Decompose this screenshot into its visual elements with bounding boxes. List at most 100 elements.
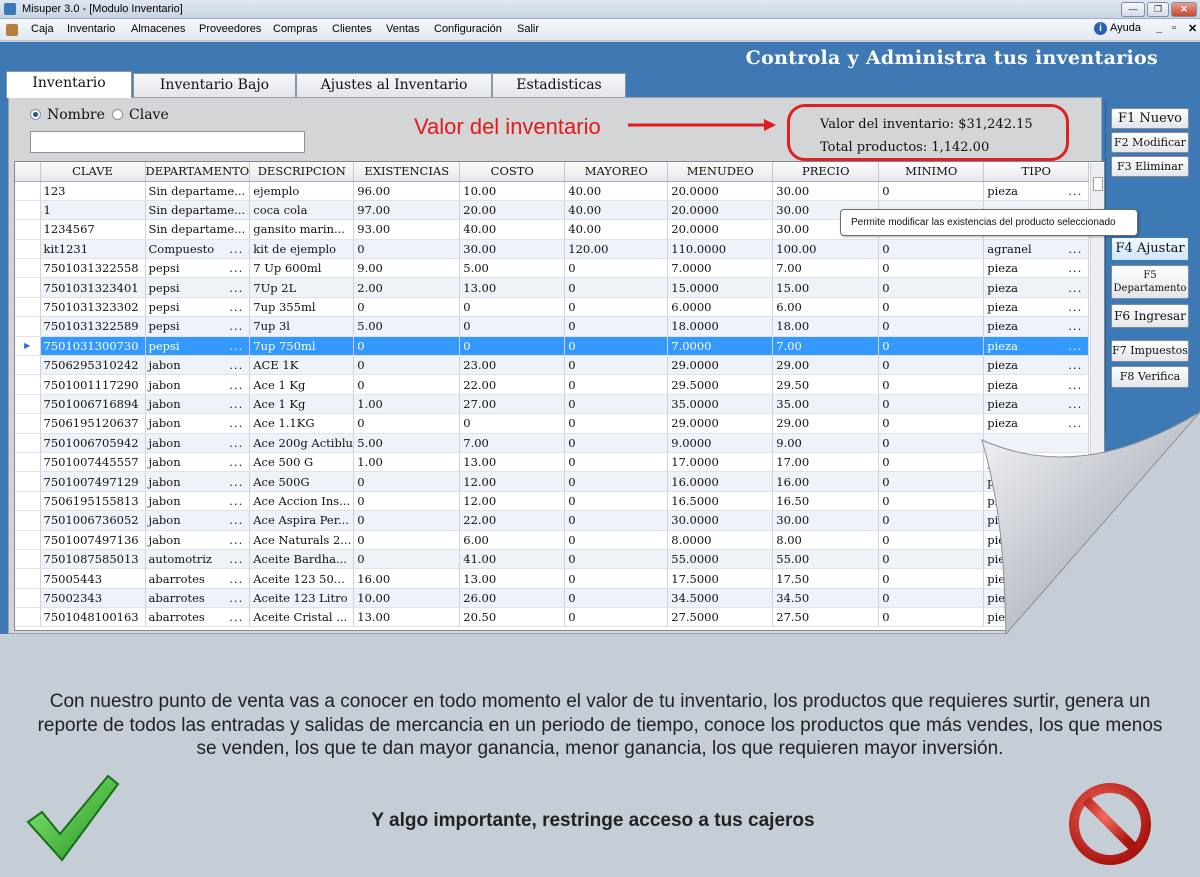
search-input[interactable] (30, 131, 305, 153)
table-cell[interactable] (983, 433, 1090, 453)
table-cell[interactable]: 0 (564, 316, 669, 337)
table-cell[interactable]: 26.00 (459, 588, 566, 609)
table-cell[interactable]: 0 (353, 413, 461, 434)
row-indicator[interactable] (15, 239, 41, 260)
column-header-existencias[interactable]: EXISTENCIAS (353, 162, 461, 182)
cell-ellipsis-button[interactable]: ... (229, 591, 248, 605)
table-cell[interactable]: 0 (878, 239, 985, 260)
table-cell[interactable]: Ace 500G (249, 471, 355, 492)
column-header-precio[interactable]: PRECIO (772, 162, 880, 182)
table-cell[interactable]: 0 (353, 355, 461, 376)
table-cell[interactable]: piez (983, 549, 1090, 570)
row-indicator[interactable] (15, 316, 41, 337)
table-cell[interactable]: 7 Up 600ml (249, 258, 355, 279)
table-cell[interactable]: 29.5000 (667, 374, 774, 395)
table-cell[interactable]: jabon... (145, 394, 251, 415)
nuevo-button[interactable]: F1 Nuevo (1111, 108, 1189, 129)
table-cell[interactable]: 0 (564, 568, 669, 589)
row-indicator[interactable] (15, 607, 41, 628)
table-cell[interactable]: 7.00 (772, 336, 880, 357)
impuestos-button[interactable]: F7 Impuestos (1111, 340, 1189, 362)
table-cell[interactable]: pieza... (983, 297, 1090, 318)
table-cell[interactable]: 13.00 (459, 277, 566, 298)
table-cell[interactable]: 97.00 (353, 200, 461, 221)
menu-configuracion[interactable]: Configuración (434, 23, 502, 35)
table-row[interactable]: 7506195155813 jabon... Ace Accion Ins... 0 1… (15, 491, 1090, 512)
table-cell[interactable]: jabon... (145, 433, 251, 453)
table-row[interactable]: 7501001117290 jabon... Ace 1 Kg 0 22.00 0 29.5… (15, 374, 1090, 395)
table-row[interactable]: 7501031323401 pepsi... 7Up 2L 2.00 13.00 0 15.… (15, 277, 1090, 298)
table-cell[interactable]: 0 (878, 374, 985, 395)
cell-ellipsis-button[interactable]: ... (229, 533, 248, 547)
table-cell[interactable]: 7.00 (772, 258, 880, 279)
table-cell[interactable]: 12.00 (459, 491, 566, 512)
table-cell[interactable]: 120.00 (564, 239, 669, 260)
column-header-clave[interactable]: CLAVE (40, 162, 146, 182)
table-row[interactable]: 7501006705942 jabon... Ace 200g Actiblu 5.0… (15, 433, 1090, 453)
table-cell[interactable]: 0 (564, 297, 669, 318)
table-cell[interactable]: 16.00 (772, 471, 880, 492)
table-cell[interactable]: automotriz... (145, 549, 251, 570)
table-cell[interactable]: 16.0000 (667, 471, 774, 492)
table-cell[interactable]: Aceite Bardha... (249, 549, 355, 570)
table-cell[interactable]: 16.00 (353, 568, 461, 589)
table-cell[interactable]: 10.00 (459, 181, 566, 201)
table-cell[interactable]: 0 (878, 336, 985, 357)
row-indicator[interactable]: ▶ (15, 336, 41, 357)
table-cell[interactable]: 17.5000 (667, 568, 774, 589)
table-cell[interactable]: 7up 750ml (249, 336, 355, 357)
table-cell[interactable]: pi (983, 471, 1090, 492)
table-cell[interactable]: 0 (564, 277, 669, 298)
table-cell[interactable]: 35.00 (772, 394, 880, 415)
table-cell[interactable]: 7501007497136 (40, 530, 146, 550)
cell-ellipsis-button[interactable]: ... (229, 242, 248, 256)
table-cell[interactable]: 0 (878, 433, 985, 453)
cell-ellipsis-button[interactable]: ... (1068, 319, 1087, 333)
table-cell[interactable]: pepsi... (145, 316, 251, 337)
table-cell[interactable]: 1.00 (353, 452, 461, 473)
table-cell[interactable]: 7up 3l (249, 316, 355, 337)
table-cell[interactable]: pie (983, 607, 1090, 628)
table-cell[interactable]: 18.00 (772, 316, 880, 337)
cell-ellipsis-button[interactable]: ... (1068, 300, 1087, 314)
table-cell[interactable]: jabon... (145, 510, 251, 531)
table-cell[interactable]: Ace Accion Ins... (249, 491, 355, 512)
table-cell[interactable]: pieza... (983, 181, 1090, 201)
table-cell[interactable]: 0 (878, 568, 985, 589)
menu-salir[interactable]: Salir (517, 23, 539, 35)
table-cell[interactable]: 0 (564, 471, 669, 492)
table-cell[interactable]: pepsi... (145, 277, 251, 298)
table-cell[interactable]: 7.0000 (667, 336, 774, 357)
table-cell[interactable]: 0 (564, 491, 669, 512)
table-cell[interactable]: 27.00 (459, 394, 566, 415)
departamento-button[interactable]: F5 Departamento (1111, 265, 1189, 299)
table-cell[interactable]: 0 (564, 413, 669, 434)
table-cell[interactable]: 0 (878, 394, 985, 415)
table-cell[interactable]: 0 (564, 588, 669, 609)
table-cell[interactable]: 27.5000 (667, 607, 774, 628)
row-indicator[interactable] (15, 510, 41, 531)
cell-ellipsis-button[interactable]: ... (229, 397, 248, 411)
menu-proveedores[interactable]: Proveedores (199, 23, 261, 35)
table-row[interactable]: 7506295310242 jabon... ACE 1K 0 23.00 0 29.000… (15, 355, 1090, 376)
table-cell[interactable]: 7506195155813 (40, 491, 146, 512)
table-cell[interactable]: 123 (40, 181, 146, 201)
column-header-costo[interactable]: COSTO (459, 162, 566, 182)
table-cell[interactable]: 0 (878, 471, 985, 492)
table-cell[interactable]: 100.00 (772, 239, 880, 260)
column-header-minimo[interactable]: MINIMO (878, 162, 985, 182)
table-cell[interactable]: 7506195120637 (40, 413, 146, 434)
table-cell[interactable]: kit de ejemplo (249, 239, 355, 260)
table-cell[interactable]: 5.00 (353, 433, 461, 453)
table-cell[interactable]: 15.0000 (667, 277, 774, 298)
table-cell[interactable]: 93.00 (353, 219, 461, 240)
table-cell[interactable]: 7.00 (459, 433, 566, 453)
table-row[interactable]: 7501007445557 jabon... Ace 500 G 1.00 13.00 0… (15, 452, 1090, 473)
table-cell[interactable]: 30.00 (459, 239, 566, 260)
table-cell[interactable]: 41.00 (459, 549, 566, 570)
cell-ellipsis-button[interactable]: ... (1068, 339, 1087, 353)
row-indicator[interactable] (15, 219, 41, 240)
row-indicator[interactable] (15, 200, 41, 221)
table-cell[interactable]: abarrotes... (145, 588, 251, 609)
mdi-close-button[interactable]: ✕ (1188, 22, 1197, 35)
